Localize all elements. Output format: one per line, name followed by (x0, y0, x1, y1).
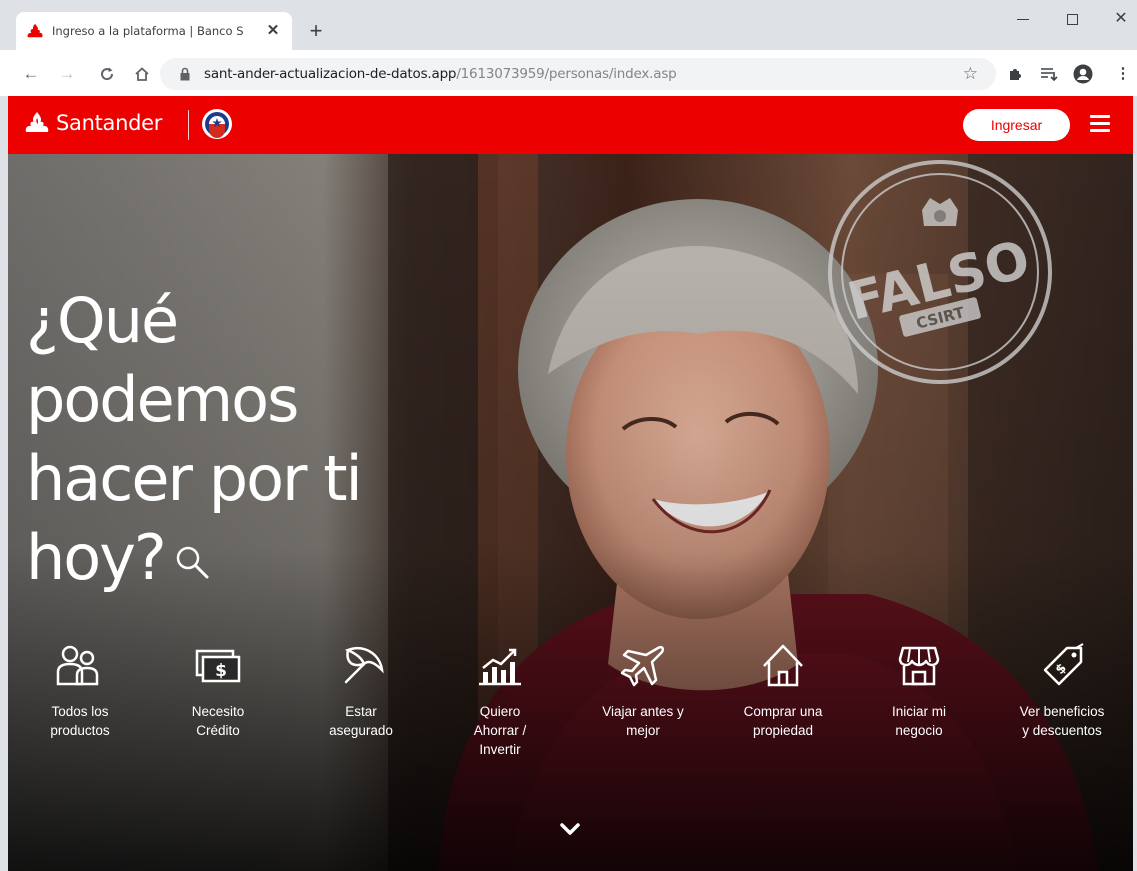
logo-divider (188, 110, 189, 140)
tab-close-icon[interactable]: ✕ (264, 22, 282, 40)
web-page: Santander Ingresar ¿Qué podemos hacer po… (8, 96, 1133, 871)
product-label: Viajar antes y mejor (602, 704, 684, 738)
brand-name: Santander (56, 111, 163, 135)
maximize-icon[interactable] (1057, 8, 1087, 30)
product-label: Estar asegurado (329, 704, 393, 738)
forward-arrow-icon[interactable]: → (56, 63, 78, 85)
product-viajar[interactable]: Viajar antes y mejor (572, 642, 714, 740)
money-icon: $ (195, 649, 241, 683)
growth-chart-icon (479, 648, 521, 686)
santander-flame-icon (25, 112, 49, 132)
falso-csirt-stamp: FALSO CSIRT (828, 160, 1052, 384)
airplane-icon (620, 645, 665, 687)
product-estar-asegurado[interactable]: Estar asegurado (290, 642, 432, 740)
house-icon (763, 644, 803, 687)
santander-flame-icon (27, 23, 43, 38)
umbrella-icon (344, 647, 384, 684)
reading-list-icon[interactable] (1038, 63, 1060, 85)
login-button[interactable]: Ingresar (963, 109, 1070, 141)
close-window-icon[interactable]: ✕ (1106, 8, 1136, 30)
home-icon[interactable] (131, 63, 153, 85)
product-comprar-propiedad[interactable]: Comprar una propiedad (712, 642, 854, 740)
hero-title: ¿Qué podemos hacer por ti hoy? (26, 284, 363, 594)
store-icon (898, 646, 940, 686)
product-necesito-credito[interactable]: $ Necesito Crédito (147, 642, 289, 740)
chile-government-seal-icon (202, 109, 232, 139)
product-label: Quiero Ahorrar / Invertir (473, 704, 527, 757)
url-text: sant-ander-actualizacion-de-datos.app/16… (204, 66, 677, 82)
product-ahorrar-invertir[interactable]: Quiero Ahorrar / Invertir (429, 642, 571, 759)
hero-section: ¿Qué podemos hacer por ti hoy? FALSO CSI… (8, 154, 1133, 871)
products-row: Todos los productos $ Necesito Crédito Est… (8, 642, 1133, 802)
site-header: Santander Ingresar (8, 96, 1133, 154)
browser-toolbar: ← → sant-ander-actualizacion-de-datos.ap… (0, 50, 1137, 96)
new-tab-icon[interactable]: + (306, 20, 326, 42)
users-icon (56, 645, 99, 686)
product-todos-los-productos[interactable]: Todos los productos (9, 642, 151, 740)
extensions-puzzle-icon[interactable] (1004, 63, 1026, 85)
product-label: Ver beneficios y descuentos (1019, 704, 1105, 738)
tab-strip: Ingreso a la plataforma | Banco S ✕ + ✕ (0, 0, 1137, 50)
search-icon[interactable] (173, 541, 213, 581)
product-ver-beneficios[interactable]: $ Ver beneficios y descuentos (991, 642, 1133, 740)
chevron-down-icon[interactable] (557, 820, 583, 838)
profile-avatar-icon[interactable] (1072, 63, 1094, 85)
product-label: Comprar una propiedad (743, 704, 823, 738)
product-label: Todos los productos (50, 704, 110, 738)
svg-text:$: $ (215, 661, 227, 681)
back-arrow-icon[interactable]: ← (20, 63, 42, 85)
hamburger-menu-icon[interactable] (1090, 115, 1110, 133)
discount-tag-icon: $ (1043, 643, 1084, 686)
reload-icon[interactable] (96, 63, 118, 85)
minimize-icon[interactable] (1008, 8, 1038, 30)
address-bar[interactable]: sant-ander-actualizacion-de-datos.app/16… (160, 58, 996, 90)
browser-tab[interactable]: Ingreso a la plataforma | Banco S ✕ (16, 12, 292, 50)
product-label: Necesito Crédito (191, 704, 245, 738)
lock-icon (180, 67, 190, 81)
tab-title: Ingreso a la plataforma | Banco S (52, 24, 244, 38)
product-iniciar-negocio[interactable]: Iniciar mi negocio (848, 642, 990, 740)
browser-menu-icon[interactable]: ⋮ (1112, 63, 1134, 85)
product-label: Iniciar mi negocio (891, 704, 946, 738)
santander-logo[interactable]: Santander (24, 111, 162, 135)
bookmark-star-icon[interactable]: ☆ (963, 64, 978, 84)
